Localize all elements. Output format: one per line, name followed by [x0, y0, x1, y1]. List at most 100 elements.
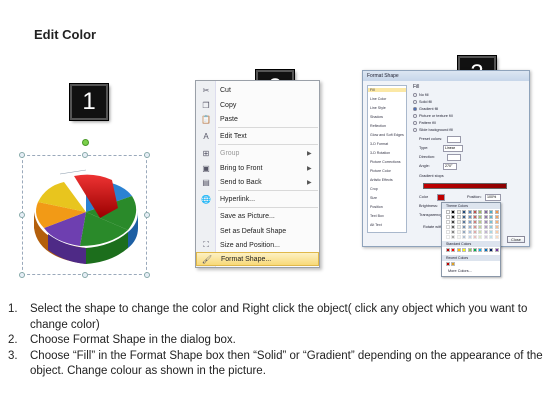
color-swatch[interactable] — [446, 225, 450, 229]
color-swatch[interactable] — [446, 262, 450, 266]
menu-item-paste[interactable]: 📋 Paste — [196, 112, 319, 126]
nav-item[interactable]: Glow and Soft Edges — [370, 133, 404, 137]
color-swatch[interactable] — [489, 215, 494, 219]
color-swatch[interactable] — [494, 235, 499, 239]
direction-dropdown[interactable] — [447, 154, 461, 161]
color-swatch[interactable] — [446, 220, 450, 224]
color-swatch[interactable] — [494, 230, 499, 234]
color-swatch[interactable] — [446, 235, 450, 239]
resize-handle[interactable] — [19, 152, 25, 158]
color-swatch[interactable] — [462, 210, 467, 214]
menu-item-group[interactable]: ⊞ Group ▶ — [196, 146, 319, 160]
resize-handle[interactable] — [82, 272, 88, 278]
nav-item[interactable]: Text Box — [370, 214, 384, 218]
nav-item[interactable]: 3-D Format — [370, 142, 388, 146]
color-swatch[interactable] — [467, 220, 472, 224]
color-swatch[interactable] — [473, 210, 477, 214]
resize-handle[interactable] — [144, 152, 150, 158]
color-swatch[interactable] — [483, 220, 488, 224]
color-swatch[interactable] — [451, 210, 456, 214]
radio-no-fill[interactable] — [413, 93, 417, 97]
color-swatch[interactable] — [483, 248, 488, 252]
color-swatch[interactable] — [467, 215, 472, 219]
color-swatch[interactable] — [494, 220, 499, 224]
preset-colors-dropdown[interactable] — [447, 136, 461, 143]
color-swatch[interactable] — [456, 220, 461, 224]
color-swatch[interactable] — [467, 210, 472, 214]
color-swatch[interactable] — [467, 235, 472, 239]
color-swatch[interactable] — [478, 220, 483, 224]
color-picker-button[interactable] — [437, 194, 445, 201]
radio-pattern-fill[interactable] — [413, 121, 417, 125]
position-input[interactable]: 100% — [485, 194, 501, 201]
nav-item[interactable]: Line Color — [370, 97, 386, 101]
color-swatch[interactable] — [489, 230, 494, 234]
color-swatch[interactable] — [478, 215, 483, 219]
color-swatch[interactable] — [456, 230, 461, 234]
color-swatch[interactable] — [483, 230, 488, 234]
color-swatch[interactable] — [494, 215, 499, 219]
color-swatch[interactable] — [473, 225, 477, 229]
nav-item[interactable]: Line Style — [370, 106, 386, 110]
color-swatch[interactable] — [473, 215, 477, 219]
resize-handle[interactable] — [82, 152, 88, 158]
color-swatch[interactable] — [494, 225, 499, 229]
radio-solid-fill[interactable] — [413, 100, 417, 104]
color-swatch[interactable] — [494, 210, 499, 214]
rotation-handle[interactable] — [82, 139, 89, 146]
more-colors-link[interactable]: More Colors... — [448, 269, 472, 273]
color-swatch[interactable] — [462, 230, 467, 234]
color-swatch[interactable] — [451, 220, 456, 224]
radio-picture-fill[interactable] — [413, 114, 417, 118]
color-swatch[interactable] — [451, 262, 456, 266]
nav-item[interactable]: Position — [370, 205, 383, 209]
color-swatch[interactable] — [483, 225, 488, 229]
color-swatch[interactable] — [489, 235, 494, 239]
angle-input[interactable]: 270° — [443, 163, 457, 170]
color-swatch[interactable] — [467, 248, 472, 252]
color-swatch[interactable] — [473, 235, 477, 239]
menu-item-set-default-shape[interactable]: Set as Default Shape — [196, 224, 319, 238]
resize-handle[interactable] — [19, 272, 25, 278]
nav-item[interactable]: 3-D Rotation — [370, 151, 390, 155]
menu-item-hyperlink[interactable]: 🌐 Hyperlink... — [196, 192, 319, 206]
type-dropdown[interactable]: Linear — [443, 145, 463, 152]
color-swatch[interactable] — [451, 230, 456, 234]
pie-chart-3d-shape[interactable] — [28, 168, 144, 266]
color-swatch[interactable] — [446, 230, 450, 234]
color-swatch[interactable] — [446, 210, 450, 214]
nav-item[interactable]: Alt Text — [370, 223, 382, 227]
color-swatch[interactable] — [456, 215, 461, 219]
color-swatch[interactable] — [473, 248, 477, 252]
color-swatch[interactable] — [489, 248, 494, 252]
radio-slide-background-fill[interactable] — [413, 128, 417, 132]
gradient-stops-bar[interactable] — [423, 183, 507, 189]
menu-item-size-position[interactable]: ⛶ Size and Position... — [196, 238, 319, 252]
nav-item[interactable]: Picture Color — [370, 169, 391, 173]
color-swatch[interactable] — [473, 220, 477, 224]
color-swatch[interactable] — [483, 215, 488, 219]
color-swatch[interactable] — [456, 210, 461, 214]
color-swatch[interactable] — [473, 230, 477, 234]
radio-gradient-fill[interactable] — [413, 107, 417, 111]
nav-item[interactable]: Size — [370, 196, 377, 200]
nav-item[interactable]: Picture Corrections — [370, 160, 401, 164]
color-swatch[interactable] — [478, 248, 483, 252]
color-swatch[interactable] — [451, 235, 456, 239]
nav-item[interactable]: Artistic Effects — [370, 178, 393, 182]
close-button[interactable]: Close — [507, 236, 525, 243]
color-swatch[interactable] — [446, 215, 450, 219]
menu-item-send-to-back[interactable]: ▤ Send to Back ▶ — [196, 175, 319, 189]
color-swatch[interactable] — [494, 248, 499, 252]
color-swatch[interactable] — [462, 235, 467, 239]
color-swatch[interactable] — [451, 248, 456, 252]
menu-item-save-as-picture[interactable]: Save as Picture... — [196, 209, 319, 223]
color-swatch[interactable] — [451, 215, 456, 219]
color-swatch[interactable] — [451, 225, 456, 229]
color-swatch[interactable] — [489, 220, 494, 224]
nav-item-fill[interactable]: Fill — [368, 88, 406, 92]
color-swatch[interactable] — [489, 225, 494, 229]
color-swatch[interactable] — [467, 225, 472, 229]
menu-item-copy[interactable]: ❐ Copy — [196, 98, 319, 112]
nav-item[interactable]: Crop — [370, 187, 378, 191]
